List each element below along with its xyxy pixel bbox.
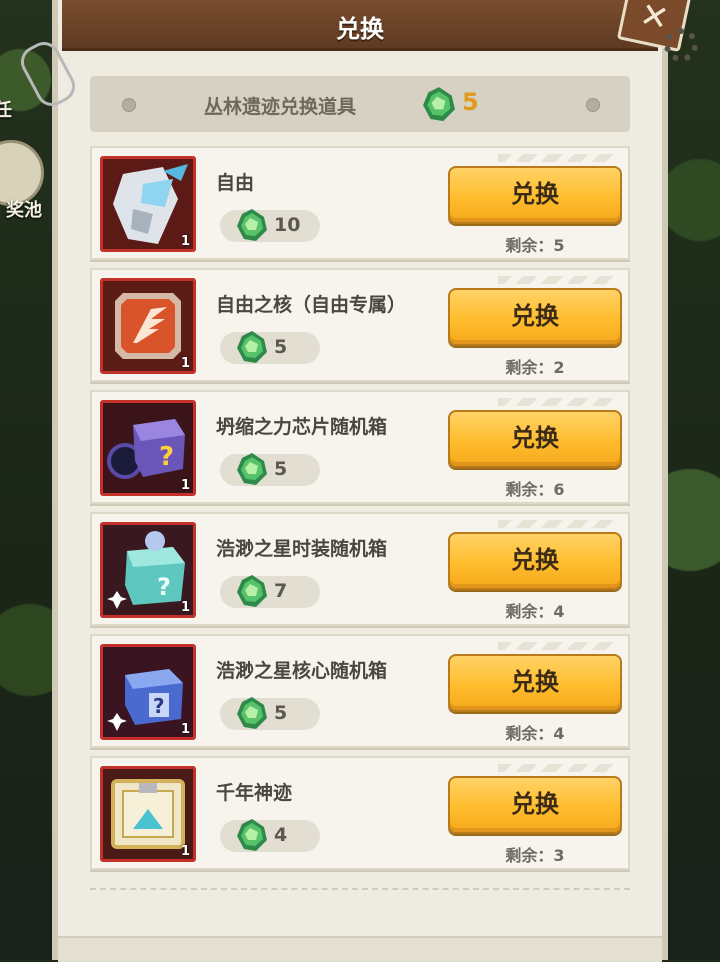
item-name: 浩渺之星核心随机箱 bbox=[216, 660, 388, 682]
exchange-item: 1 自由 10 兑换 剩余：5 bbox=[90, 146, 630, 260]
cost-pill: 5 bbox=[220, 330, 320, 364]
stripe-decoration bbox=[498, 520, 618, 528]
item-quantity: 1 bbox=[180, 722, 190, 737]
exchange-button[interactable]: 兑换 bbox=[448, 166, 622, 224]
stripe-decoration bbox=[498, 642, 618, 650]
exchange-button[interactable]: 兑换 bbox=[448, 410, 622, 468]
remaining-count: 剩余：4 bbox=[505, 602, 565, 621]
item-quantity: 1 bbox=[180, 600, 190, 615]
gear-icon bbox=[664, 28, 698, 62]
panel-bottom-band bbox=[58, 936, 662, 962]
exchange-button[interactable]: 兑换 bbox=[448, 776, 622, 834]
cost-pill: 5 bbox=[220, 696, 320, 730]
cost-value: 4 bbox=[274, 824, 288, 846]
subtitle-bar: 丛林遗迹兑换道具 5 bbox=[90, 76, 630, 132]
cost-value: 5 bbox=[274, 336, 288, 358]
remaining-count: 剩余：2 bbox=[505, 358, 565, 377]
stripe-decoration bbox=[498, 398, 618, 406]
remaining-count: 剩余：5 bbox=[505, 236, 565, 255]
jungle-gem-icon bbox=[236, 208, 268, 242]
cost-value: 5 bbox=[274, 458, 288, 480]
jungle-gem-icon bbox=[236, 330, 268, 364]
exchange-button[interactable]: 兑换 bbox=[448, 532, 622, 590]
exchange-button[interactable]: 兑换 bbox=[448, 654, 622, 712]
item-name: 千年神迹 bbox=[216, 782, 293, 804]
teal-gift-box-icon[interactable]: ? 1 bbox=[100, 522, 196, 618]
jungle-gem-icon bbox=[236, 574, 268, 608]
rivet-icon bbox=[122, 98, 136, 112]
exchange-item: ? 1 坍缩之力芯片随机箱 5 兑换 剩余：6 bbox=[90, 390, 630, 504]
footer-divider bbox=[90, 888, 630, 890]
item-name: 自由 bbox=[216, 172, 255, 194]
purple-mystery-box-icon[interactable]: ? 1 bbox=[100, 400, 196, 496]
cost-value: 10 bbox=[274, 214, 301, 236]
remaining-count: 剩余：6 bbox=[505, 480, 565, 499]
mech-robot-icon[interactable]: 1 bbox=[100, 156, 196, 252]
cost-pill: 5 bbox=[220, 452, 320, 486]
exchange-button[interactable]: 兑换 bbox=[448, 288, 622, 346]
jungle-gem-icon bbox=[236, 818, 268, 852]
stripe-decoration bbox=[498, 154, 618, 162]
stripe-decoration bbox=[498, 276, 618, 284]
remaining-count: 剩余：4 bbox=[505, 724, 565, 743]
wing-emblem-core-icon[interactable]: 1 bbox=[100, 278, 196, 374]
blue-mystery-box-icon[interactable]: ? 1 bbox=[100, 644, 196, 740]
cost-pill: 4 bbox=[220, 818, 320, 852]
jungle-gem-icon bbox=[236, 452, 268, 486]
item-quantity: 1 bbox=[180, 478, 190, 493]
subtitle-text: 丛林遗迹兑换道具 bbox=[204, 96, 357, 118]
svg-text:?: ? bbox=[157, 573, 171, 601]
item-quantity: 1 bbox=[180, 356, 190, 371]
rivet-icon bbox=[586, 98, 600, 112]
exchange-item: ? 1 浩渺之星时装随机箱 7 兑换 剩余：4 bbox=[90, 512, 630, 626]
side-label-pool[interactable]: 奖池 bbox=[6, 196, 42, 222]
jungle-gem-icon bbox=[236, 696, 268, 730]
item-name: 坍缩之力芯片随机箱 bbox=[216, 416, 388, 438]
svg-text:?: ? bbox=[153, 694, 165, 718]
item-name: 自由之核（自由专属） bbox=[216, 294, 407, 316]
exchange-item: ? 1 浩渺之星核心随机箱 5 兑换 剩余：4 bbox=[90, 634, 630, 748]
stripe-decoration bbox=[498, 764, 618, 772]
cost-pill: 10 bbox=[220, 208, 320, 242]
svg-text:?: ? bbox=[159, 442, 174, 472]
cost-pill: 7 bbox=[220, 574, 320, 608]
page-title: 兑换 bbox=[336, 15, 384, 43]
panel-header: 兑换 bbox=[62, 0, 658, 51]
exchange-item: 1 自由之核（自由专属） 5 兑换 剩余：2 bbox=[90, 268, 630, 382]
exchange-item: 1 千年神迹 4 兑换 剩余：3 bbox=[90, 756, 630, 870]
cost-value: 7 bbox=[274, 580, 288, 602]
item-name: 浩渺之星时装随机箱 bbox=[216, 538, 388, 560]
item-quantity: 1 bbox=[180, 844, 190, 859]
currency-count: 5 bbox=[462, 88, 479, 116]
side-label-top: 任 bbox=[0, 100, 12, 121]
cost-value: 5 bbox=[274, 702, 288, 724]
item-quantity: 1 bbox=[180, 234, 190, 249]
remaining-count: 剩余：3 bbox=[505, 846, 565, 865]
ancient-chest-icon[interactable]: 1 bbox=[100, 766, 196, 862]
jungle-gem-icon bbox=[422, 86, 456, 122]
